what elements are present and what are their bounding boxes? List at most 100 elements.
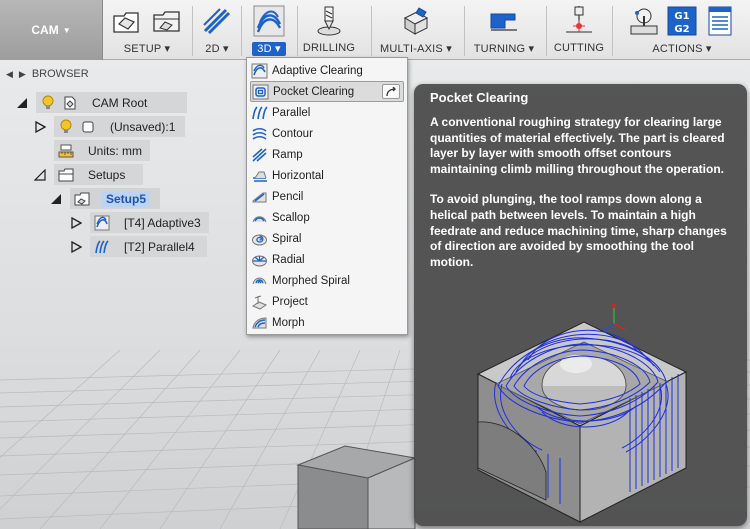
collapsed-triangle-icon[interactable] — [70, 216, 82, 229]
tooltip-paragraph-2: To avoid plunging, the tool ramps down a… — [430, 192, 727, 269]
chevron-double-icon[interactable]: ▶ — [19, 69, 26, 80]
menu-item-horizontal[interactable]: Horizontal — [250, 165, 404, 186]
setup-group[interactable]: SETUP ▾ — [104, 0, 190, 60]
menu-item-ramp[interactable]: Ramp — [250, 144, 404, 165]
toolbar: CAM ▼ SETUP ▾ 2D ▾ 3D ▾ DRILLING MULTI-A… — [0, 0, 750, 60]
actions-group-label[interactable]: ACTIONS ▾ — [614, 42, 750, 55]
cutting-icon[interactable] — [562, 4, 596, 38]
tooltip-title: Pocket Clearing — [430, 90, 529, 105]
chevron-down-icon: ▼ — [62, 25, 71, 35]
parallel-icon — [95, 239, 109, 253]
multi-axis-icon[interactable] — [399, 4, 433, 38]
document-icon — [64, 96, 76, 109]
tree-row-setups[interactable]: Setups — [34, 164, 144, 185]
expanded-triangle-icon[interactable] — [16, 97, 28, 109]
cutting-group[interactable]: CUTTING — [548, 0, 610, 60]
setup5-node[interactable]: Setup5 — [70, 188, 161, 209]
units-node[interactable]: Units: mm — [54, 140, 150, 161]
menu-item-scallop[interactable]: Scallop — [250, 207, 404, 228]
workspace-switcher[interactable]: CAM ▼ — [0, 0, 103, 60]
menu-item-morphed-spiral[interactable]: Morphed Spiral — [250, 270, 404, 291]
setup-sheet-icon[interactable] — [703, 4, 737, 38]
menu-item-adaptive-clearing[interactable]: Adaptive Clearing — [250, 60, 404, 81]
menu-item-label: Adaptive Clearing — [272, 64, 363, 77]
drill-icon[interactable] — [312, 4, 346, 38]
simulate-icon[interactable] — [627, 4, 661, 38]
unsaved-model-node[interactable]: (Unsaved):1 — [54, 116, 186, 137]
expanded-triangle-icon[interactable] — [34, 168, 46, 181]
menu-item-label: Spiral — [272, 232, 302, 245]
menu-item-contour[interactable]: Contour — [250, 123, 404, 144]
unsaved-model-label: (Unsaved):1 — [110, 119, 176, 134]
morph-icon — [252, 316, 267, 328]
tree-row-unsaved[interactable]: (Unsaved):1 — [34, 116, 186, 137]
adaptive-clearing-icon — [251, 63, 268, 78]
tooltip-paragraph-1: A conventional roughing strategy for cle… — [430, 115, 725, 176]
menu-item-label: Project — [272, 295, 308, 308]
parallel-icon — [252, 105, 268, 119]
tooltip-description: A conventional roughing strategy for cle… — [430, 115, 736, 270]
collapsed-triangle-icon[interactable] — [34, 120, 46, 133]
2d-toolpath-icon[interactable] — [200, 4, 234, 38]
3d-toolpath-icon[interactable] — [252, 4, 286, 38]
menu-item-label: Ramp — [272, 148, 303, 161]
menu-item-label: Parallel — [272, 106, 311, 119]
new-setup-icon[interactable] — [110, 4, 144, 38]
drilling-group-label[interactable]: DRILLING — [299, 42, 359, 54]
browser-header[interactable]: ◀ ▶ BROWSER — [0, 65, 246, 83]
multi-axis-group[interactable]: MULTI-AXIS ▾ — [373, 0, 459, 60]
menu-item-morph[interactable]: Morph — [250, 312, 404, 333]
tree-row-parallel4[interactable]: [T2] Parallel4 — [70, 236, 207, 257]
pin-to-toolbar-icon[interactable] — [382, 84, 400, 99]
workspace-label: CAM — [31, 23, 59, 37]
menu-item-pencil[interactable]: Pencil — [250, 186, 404, 207]
tree-row-cam-root[interactable]: CAM Root — [16, 92, 188, 113]
turning-group[interactable]: TURNING ▾ — [466, 0, 542, 60]
cutting-group-label[interactable]: CUTTING — [548, 42, 610, 54]
adaptive3-node[interactable]: [T4] Adaptive3 — [90, 212, 209, 233]
parallel4-node[interactable]: [T2] Parallel4 — [90, 236, 207, 257]
parallel4-label: [T2] Parallel4 — [124, 239, 195, 254]
3d-group[interactable]: 3D ▾ — [243, 0, 295, 60]
menu-item-label: Pocket Clearing — [273, 85, 355, 98]
menu-item-spiral[interactable]: Spiral — [250, 228, 404, 249]
drilling-group[interactable]: DRILLING — [299, 0, 359, 60]
menu-item-radial[interactable]: Radial — [250, 249, 404, 270]
tree-row-adaptive3[interactable]: [T4] Adaptive3 — [70, 212, 209, 233]
setups-node[interactable]: Setups — [54, 164, 144, 185]
menu-item-parallel[interactable]: Parallel — [250, 102, 404, 123]
collapse-triangle-icon[interactable]: ◀ — [6, 69, 13, 80]
actions-group[interactable]: G1 G2 ACTIONS ▾ — [614, 0, 750, 60]
cam-root-node[interactable]: CAM Root — [36, 92, 188, 113]
component-icon — [82, 121, 94, 132]
lightbulb-icon[interactable] — [40, 95, 56, 111]
contour-icon — [252, 127, 267, 140]
2d-group-label[interactable]: 2D ▾ — [194, 42, 240, 55]
setup-folder-icon[interactable] — [150, 4, 184, 38]
units-label: Units: mm — [88, 143, 142, 158]
menu-item-label: Morph — [272, 316, 305, 329]
lightbulb-icon[interactable] — [58, 119, 74, 135]
post-process-icon[interactable]: G1 G2 — [665, 4, 699, 38]
3d-group-label[interactable]: 3D ▾ — [243, 42, 295, 56]
2d-group[interactable]: 2D ▾ — [194, 0, 240, 60]
part-block — [296, 445, 417, 529]
adaptive-clearing-icon — [94, 215, 110, 230]
pencil-icon — [252, 192, 267, 202]
setup-folder-icon — [74, 192, 90, 205]
tree-row-setup5[interactable]: Setup5 — [50, 188, 161, 209]
menu-item-pocket-clearing[interactable]: Pocket Clearing — [250, 81, 404, 102]
menu-item-project[interactable]: Project — [250, 291, 404, 312]
multi-axis-group-label[interactable]: MULTI-AXIS ▾ — [373, 42, 459, 55]
setups-label: Setups — [88, 167, 126, 182]
expanded-triangle-icon[interactable] — [50, 193, 62, 205]
horizontal-icon — [253, 171, 267, 182]
adaptive3-label: [T4] Adaptive3 — [124, 215, 201, 230]
tree-row-units[interactable]: Units: mm — [54, 140, 150, 161]
turning-icon[interactable] — [487, 4, 521, 38]
pocket-clearing-tooltip: Pocket Clearing A conventional roughing … — [414, 84, 747, 526]
turning-group-label[interactable]: TURNING ▾ — [466, 42, 542, 55]
setup5-label: Setup5 — [102, 190, 151, 207]
setup-group-label[interactable]: SETUP ▾ — [104, 42, 190, 55]
collapsed-triangle-icon[interactable] — [70, 240, 82, 253]
